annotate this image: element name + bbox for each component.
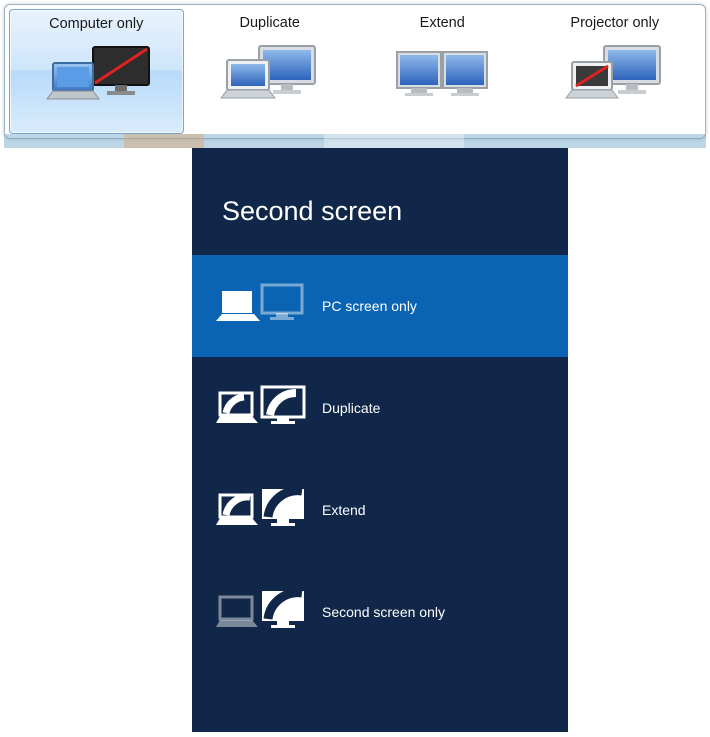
win7-option-duplicate[interactable]: Duplicate <box>184 9 357 134</box>
panel-title: Second screen <box>192 148 568 255</box>
computer-only-icon <box>36 40 156 110</box>
win7-option-label: Duplicate <box>240 15 300 31</box>
duplicate-icon <box>210 39 330 109</box>
win8-option-label: PC screen only <box>322 298 417 314</box>
win8-option-label: Extend <box>322 502 366 518</box>
extend-icon <box>216 485 308 535</box>
extend-icon <box>382 39 502 109</box>
second-screen-only-icon <box>216 587 308 637</box>
duplicate-icon <box>216 383 308 433</box>
win7-option-extend[interactable]: Extend <box>356 9 529 134</box>
win7-option-projector-only[interactable]: Projector only <box>529 9 702 134</box>
win8-option-duplicate[interactable]: Duplicate <box>192 357 568 459</box>
win7-option-computer-only[interactable]: Computer only <box>9 9 184 134</box>
win8-option-label: Duplicate <box>322 400 380 416</box>
win7-option-label: Extend <box>420 15 465 31</box>
win8-option-extend[interactable]: Extend <box>192 459 568 561</box>
win8-option-pc-screen-only[interactable]: PC screen only <box>192 255 568 357</box>
win7-display-switcher: Computer only Duplicate <box>4 4 706 139</box>
projector-only-icon <box>555 39 675 109</box>
aero-background-strip <box>4 134 706 148</box>
win7-option-label: Projector only <box>570 15 659 31</box>
win8-second-screen-panel: Second screen PC screen only <box>192 148 568 732</box>
pc-screen-only-icon <box>216 281 308 331</box>
win7-option-label: Computer only <box>49 16 143 32</box>
win8-option-second-screen-only[interactable]: Second screen only <box>192 561 568 663</box>
win8-option-label: Second screen only <box>322 604 445 620</box>
